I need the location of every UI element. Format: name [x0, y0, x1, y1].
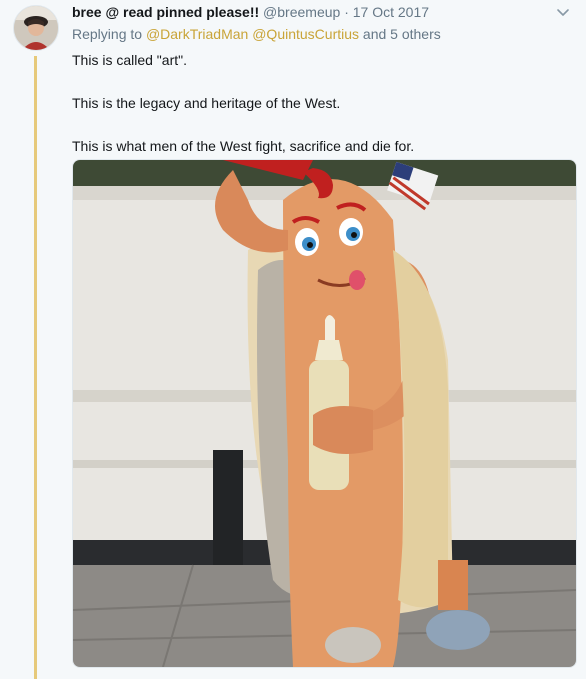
mention-link[interactable]: @QuintusCurtius [252, 26, 359, 42]
reply-prefix: Replying to [72, 26, 143, 42]
tweet-media[interactable] [72, 159, 577, 668]
hot-dog-statue-photo [73, 160, 576, 667]
chevron-down-icon[interactable] [556, 5, 570, 19]
avatar-photo [14, 6, 58, 50]
separator: · [344, 4, 349, 20]
reply-others[interactable]: and 5 others [363, 26, 441, 42]
tweet-date[interactable]: 17 Oct 2017 [353, 4, 429, 20]
tweet-paragraph: This is what men of the West fight, sacr… [72, 138, 415, 154]
tweet-header: bree @ read pinned please!! @breemeup · … [72, 3, 556, 21]
reply-context: Replying to @DarkTriadMan @QuintusCurtiu… [72, 25, 441, 43]
tweet-paragraph: This is the legacy and heritage of the W… [72, 95, 341, 111]
mention-link[interactable]: @DarkTriadMan [146, 26, 248, 42]
thread-line [34, 56, 37, 679]
display-name[interactable]: bree @ read pinned please!! [72, 4, 259, 20]
avatar[interactable] [13, 5, 59, 51]
user-handle[interactable]: @breemeup [263, 4, 340, 20]
tweet-paragraph: This is called "art". [72, 52, 187, 68]
